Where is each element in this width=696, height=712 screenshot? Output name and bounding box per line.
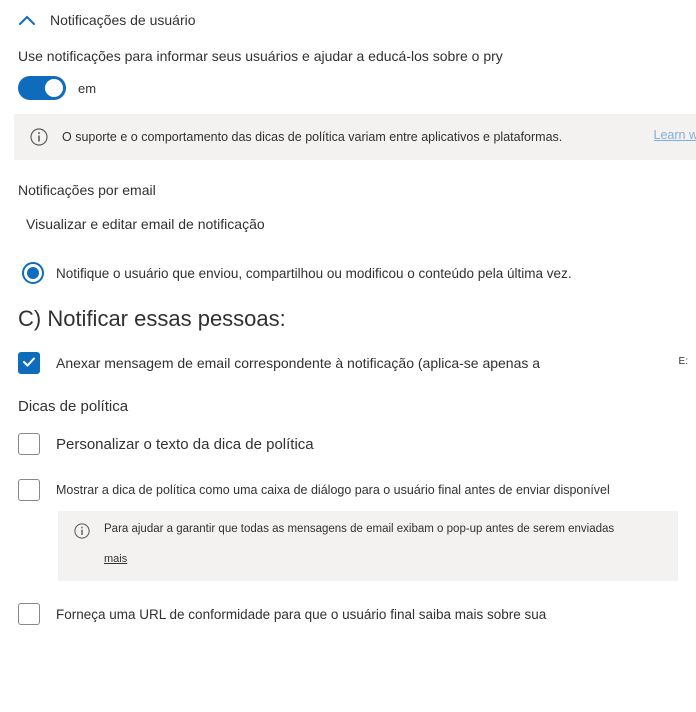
notify-these-people-heading: C) Notificar essas pessoas:	[18, 306, 678, 332]
chevron-up-icon	[18, 13, 36, 27]
checkbox-checked-icon	[18, 352, 40, 374]
show-tip-dialog-checkbox-row[interactable]: Mostrar a dica de política como uma caix…	[18, 479, 678, 501]
edit-notification-email-link[interactable]: Visualizar e editar email de notificação	[26, 216, 678, 232]
compliance-url-checkbox-row[interactable]: Forneça uma URL de conformidade para que…	[18, 603, 678, 625]
nested-info-bar: Para ajudar a garantir que todas as mens…	[58, 511, 678, 581]
checkbox-unchecked-icon	[18, 479, 40, 501]
info-icon	[74, 523, 92, 541]
radio-selected-icon	[22, 262, 44, 284]
mais-link[interactable]: mais	[104, 553, 127, 565]
customize-tip-text-label: Personalizar o texto da dica de política	[56, 436, 314, 453]
info-bar: O suporte e o comportamento das dicas de…	[14, 114, 696, 160]
notifications-toggle[interactable]	[18, 76, 66, 100]
customize-tip-text-checkbox-row[interactable]: Personalizar o texto da dica de política	[18, 433, 678, 455]
section-title: Notificações de usuário	[50, 12, 196, 28]
policy-tips-heading: Dicas de política	[18, 398, 678, 415]
nested-info-text: Para ajudar a garantir que todas as mens…	[104, 523, 614, 535]
intro-text: Use notificações para informar seus usuá…	[18, 48, 678, 64]
toggle-label: em	[78, 81, 96, 96]
notifications-toggle-row: em	[18, 76, 678, 100]
notify-user-radio-label: Notifique o usuário que enviou, comparti…	[56, 266, 572, 281]
attach-email-checkbox-row[interactable]: Anexar mensagem de email correspondente …	[18, 352, 678, 374]
learn-link[interactable]: Learn w	[654, 128, 696, 142]
truncated-suffix: E:	[679, 356, 688, 367]
checkbox-unchecked-icon	[18, 603, 40, 625]
notify-user-radio-row[interactable]: Notifique o usuário que enviou, comparti…	[22, 262, 678, 284]
show-tip-dialog-label: Mostrar a dica de política como uma caix…	[56, 483, 610, 497]
section-header[interactable]: Notificações de usuário	[18, 12, 678, 28]
compliance-url-label: Forneça uma URL de conformidade para que…	[56, 607, 546, 622]
info-icon	[30, 128, 48, 146]
checkbox-unchecked-icon	[18, 433, 40, 455]
email-notifications-heading: Notificações por email	[18, 182, 678, 198]
info-bar-text: O suporte e o comportamento das dicas de…	[62, 130, 680, 144]
attach-email-checkbox-label: Anexar mensagem de email correspondente …	[56, 355, 540, 371]
